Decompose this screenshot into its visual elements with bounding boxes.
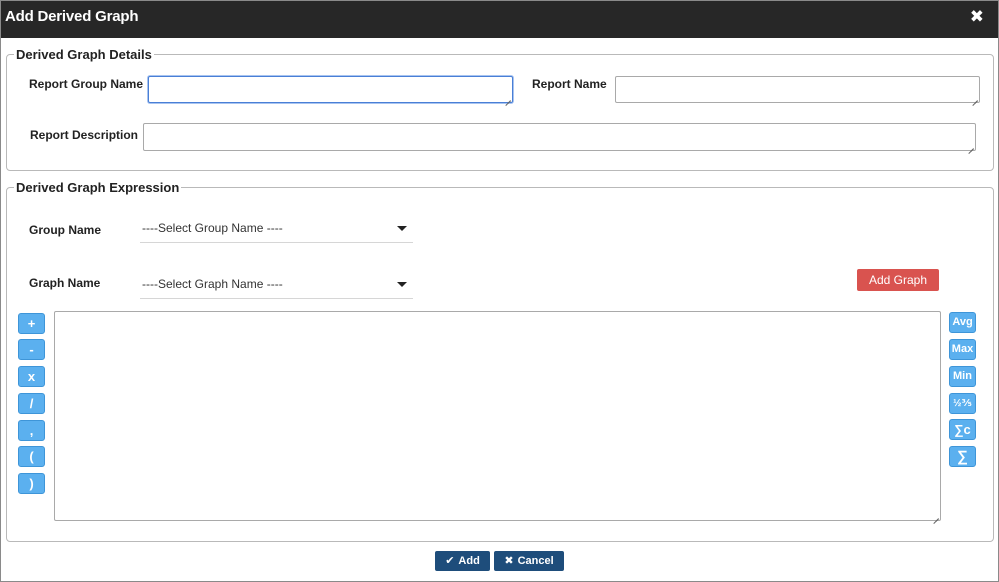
- sum-function-button[interactable]: ∑: [949, 446, 976, 467]
- dialog-title: Add Derived Graph: [5, 8, 139, 25]
- open-paren-button[interactable]: (: [18, 446, 45, 467]
- group-name-label: Group Name: [29, 223, 102, 237]
- report-description-input[interactable]: [143, 123, 976, 151]
- add-graph-button[interactable]: Add Graph: [857, 269, 939, 291]
- multiply-operator-button[interactable]: x: [18, 366, 45, 387]
- add-button[interactable]: ✔ Add: [435, 551, 490, 571]
- sum-count-function-button[interactable]: ∑c: [949, 419, 976, 440]
- cancel-button[interactable]: ✖ Cancel: [494, 551, 564, 571]
- comma-operator-button[interactable]: ,: [18, 420, 45, 441]
- close-icon[interactable]: ✖: [970, 7, 984, 27]
- report-name-label: Report Name: [532, 77, 607, 91]
- graph-name-select[interactable]: ----Select Graph Name ----: [140, 269, 413, 299]
- details-section: Derived Graph Details: [6, 47, 994, 171]
- avg-function-button[interactable]: Avg: [949, 312, 976, 333]
- report-description-label: Report Description: [30, 128, 139, 142]
- close-icon: ✖: [504, 555, 514, 567]
- expression-input[interactable]: [54, 311, 941, 521]
- min-function-button[interactable]: Min: [949, 366, 976, 387]
- chevron-down-icon: [397, 282, 407, 287]
- close-paren-button[interactable]: ): [18, 473, 45, 494]
- count-function-button[interactable]: ½⅗: [949, 393, 976, 414]
- divide-operator-button[interactable]: /: [18, 393, 45, 414]
- group-name-selected: ----Select Group Name ----: [142, 221, 283, 235]
- expression-legend: Derived Graph Expression: [16, 180, 180, 195]
- add-derived-graph-dialog: Add Derived Graph ✖ Derived Graph Detail…: [0, 0, 999, 582]
- plus-operator-button[interactable]: +: [18, 313, 45, 334]
- group-name-select[interactable]: ----Select Group Name ----: [140, 213, 413, 243]
- add-button-label: Add: [458, 555, 480, 567]
- details-legend: Derived Graph Details: [16, 47, 152, 62]
- graph-name-selected: ----Select Graph Name ----: [142, 277, 283, 291]
- graph-name-label: Graph Name: [29, 276, 101, 290]
- check-icon: ✔: [445, 555, 455, 567]
- max-function-button[interactable]: Max: [949, 339, 976, 360]
- dialog-titlebar: Add Derived Graph ✖: [1, 1, 998, 38]
- cancel-button-label: Cancel: [517, 555, 554, 567]
- report-name-input[interactable]: [615, 76, 980, 103]
- minus-operator-button[interactable]: -: [18, 339, 45, 360]
- chevron-down-icon: [397, 226, 407, 231]
- report-group-name-input[interactable]: [148, 76, 513, 103]
- report-group-name-label: Report Group Name: [29, 77, 144, 91]
